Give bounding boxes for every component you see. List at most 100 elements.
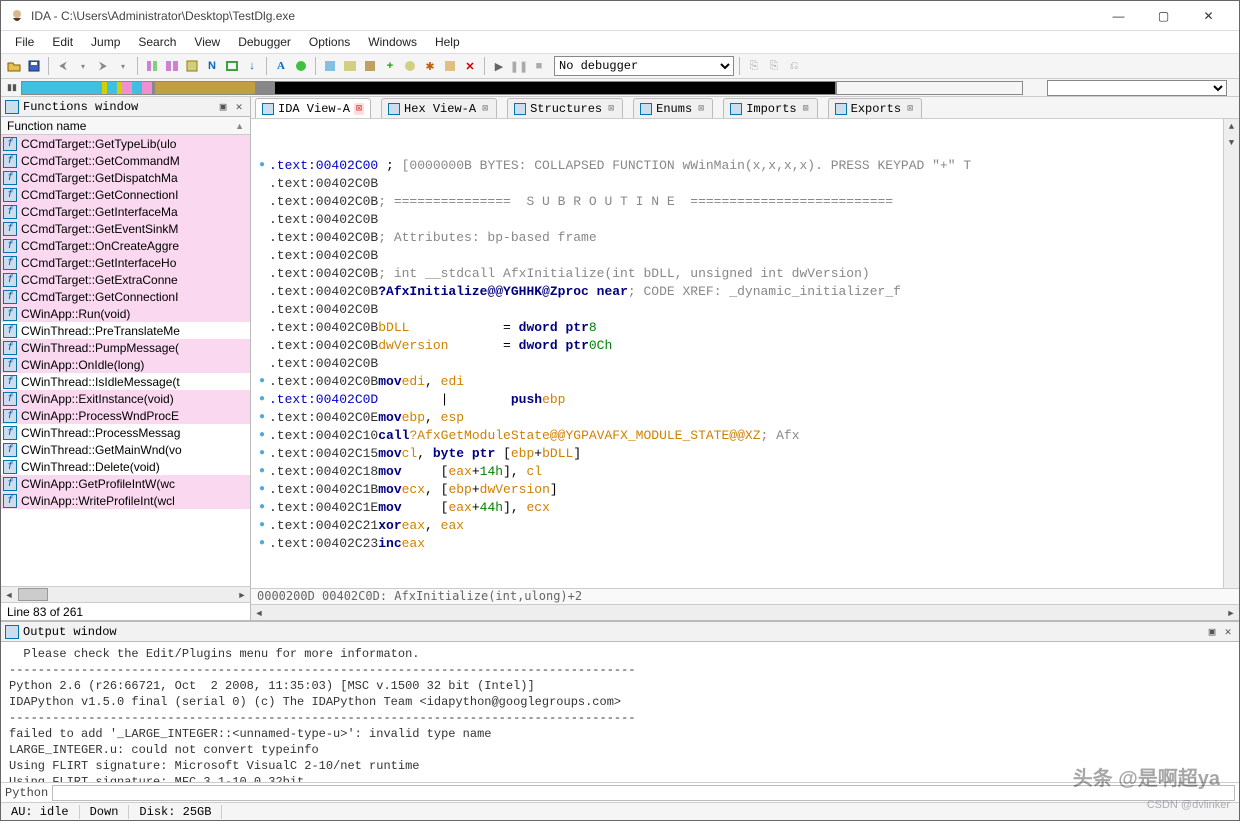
code-line[interactable]: .text:00402C0B — [255, 211, 1235, 229]
record-icon[interactable] — [292, 57, 310, 75]
panel-float-icon[interactable]: ▣ — [216, 100, 230, 114]
code-line[interactable]: ●.text:00402C18 mov [eax+14h], cl — [255, 463, 1235, 481]
code-line[interactable]: .text:00402C0B ; Attributes: bp-based fr… — [255, 229, 1235, 247]
function-row[interactable]: fCCmdTarget::GetConnectionI — [1, 288, 250, 305]
function-row[interactable]: fCWinApp::Run(void) — [1, 305, 250, 322]
tab-imports[interactable]: Imports⊠ — [723, 98, 817, 118]
output-body[interactable]: Please check the Edit/Plugins menu for m… — [1, 642, 1239, 782]
menu-help[interactable]: Help — [427, 33, 468, 51]
python-input[interactable] — [52, 785, 1235, 801]
code-line[interactable]: ●.text:00402C00 ; [0000000B BYTES: COLLA… — [255, 157, 1235, 175]
code-line[interactable]: .text:00402C0B ; int __stdcall AfxInitia… — [255, 265, 1235, 283]
code-view[interactable]: ●.text:00402C00 ; [0000000B BYTES: COLLA… — [251, 119, 1239, 588]
tool-n-icon[interactable]: N — [203, 57, 221, 75]
debugger-select[interactable]: No debugger — [554, 56, 734, 76]
function-row[interactable]: fCCmdTarget::GetInterfaceHo — [1, 254, 250, 271]
tab-close-icon[interactable]: ⊠ — [905, 103, 915, 115]
stop-icon[interactable]: ■ — [530, 57, 548, 75]
nav-combo[interactable] — [1047, 80, 1227, 96]
code-line[interactable]: .text:00402C0B — [255, 175, 1235, 193]
tool-j-icon[interactable]: ⎘ — [745, 57, 763, 75]
tool-h-icon[interactable] — [401, 57, 419, 75]
code-line[interactable]: ●.text:00402C10 call ?AfxGetModuleState@… — [255, 427, 1235, 445]
tool-a-icon[interactable] — [143, 57, 161, 75]
function-row[interactable]: fCWinApp::GetProfileIntW(wc — [1, 475, 250, 492]
code-hscroll[interactable]: ◄► — [251, 604, 1239, 620]
tab-close-icon[interactable]: ⊠ — [696, 103, 706, 115]
menu-view[interactable]: View — [186, 33, 228, 51]
save-icon[interactable] — [25, 57, 43, 75]
function-row[interactable]: fCWinApp::ExitInstance(void) — [1, 390, 250, 407]
overview-strip[interactable] — [21, 81, 1023, 95]
function-row[interactable]: fCWinApp::WriteProfileInt(wcl — [1, 492, 250, 509]
code-line[interactable]: .text:00402C0B — [255, 301, 1235, 319]
function-row[interactable]: fCCmdTarget::GetDispatchMa — [1, 169, 250, 186]
tool-b-icon[interactable] — [163, 57, 181, 75]
tool-d-icon[interactable] — [223, 57, 241, 75]
tool-arrow-icon[interactable]: ↓ — [243, 57, 261, 75]
menu-search[interactable]: Search — [130, 33, 184, 51]
play-icon[interactable]: ▶ — [490, 57, 508, 75]
function-row[interactable]: fCWinThread::Delete(void) — [1, 458, 250, 475]
pause-icon[interactable]: ❚❚ — [510, 57, 528, 75]
tab-exports[interactable]: Exports⊠ — [828, 98, 922, 118]
back-drop-icon[interactable]: ▾ — [74, 57, 92, 75]
output-close-icon[interactable]: ✕ — [1221, 625, 1235, 639]
code-line[interactable]: ●.text:00402C0D | push ebp — [255, 391, 1235, 409]
code-line[interactable]: .text:00402C0B ; =============== S U B R… — [255, 193, 1235, 211]
tool-x-icon[interactable]: ✕ — [461, 57, 479, 75]
tool-k-icon[interactable]: ⎘ — [765, 57, 783, 75]
tab-hex-view-a[interactable]: Hex View-A⊠ — [381, 98, 497, 118]
tool-c-icon[interactable] — [183, 57, 201, 75]
menu-jump[interactable]: Jump — [83, 33, 128, 51]
tab-enums[interactable]: Enums⊠ — [633, 98, 713, 118]
menu-options[interactable]: Options — [301, 33, 358, 51]
minimize-button[interactable]: — — [1096, 2, 1141, 30]
functions-hscroll[interactable]: ◄► — [1, 586, 250, 602]
function-row[interactable]: fCWinThread::ProcessMessag — [1, 424, 250, 441]
output-float-icon[interactable]: ▣ — [1205, 625, 1219, 639]
function-row[interactable]: fCWinThread::IsIdleMessage(t — [1, 373, 250, 390]
code-line[interactable]: .text:00402C0B ?AfxInitialize@@YGHHK@Z p… — [255, 283, 1235, 301]
menu-edit[interactable]: Edit — [44, 33, 81, 51]
close-button[interactable]: ✕ — [1186, 2, 1231, 30]
function-row[interactable]: fCCmdTarget::OnCreateAggre — [1, 237, 250, 254]
function-row[interactable]: fCWinApp::OnIdle(long) — [1, 356, 250, 373]
function-row[interactable]: fCCmdTarget::GetConnectionI — [1, 186, 250, 203]
open-icon[interactable] — [5, 57, 23, 75]
back-icon[interactable]: ⮜ — [54, 57, 72, 75]
code-line[interactable]: ●.text:00402C21 xor eax, eax — [255, 517, 1235, 535]
function-row[interactable]: fCCmdTarget::GetInterfaceMa — [1, 203, 250, 220]
tool-star-icon[interactable]: ✱ — [421, 57, 439, 75]
code-line[interactable]: ●.text:00402C23 inc eax — [255, 535, 1235, 553]
tab-close-icon[interactable]: ⊠ — [801, 103, 811, 115]
tool-g-icon[interactable] — [361, 57, 379, 75]
tool-f-icon[interactable] — [341, 57, 359, 75]
tab-structures[interactable]: Structures⊠ — [507, 98, 623, 118]
code-line[interactable]: ●.text:00402C1B mov ecx, [ebp+dwVersion] — [255, 481, 1235, 499]
function-row[interactable]: fCWinThread::GetMainWnd(vo — [1, 441, 250, 458]
menu-file[interactable]: File — [7, 33, 42, 51]
code-line[interactable]: .text:00402C0B dwVersion = dword ptr 0Ch — [255, 337, 1235, 355]
forward-drop-icon[interactable]: ▾ — [114, 57, 132, 75]
tab-close-icon[interactable]: ⊠ — [606, 103, 616, 115]
text-a-icon[interactable]: A — [272, 57, 290, 75]
code-line[interactable]: ●.text:00402C0E mov ebp, esp — [255, 409, 1235, 427]
code-line[interactable]: .text:00402C0B — [255, 355, 1235, 373]
code-vscroll[interactable]: ▲▼ — [1223, 119, 1239, 588]
function-row[interactable]: fCWinThread::PreTranslateMe — [1, 322, 250, 339]
functions-column-header[interactable]: Function name▲ — [1, 117, 250, 135]
code-line[interactable]: ●.text:00402C1E mov [eax+44h], ecx — [255, 499, 1235, 517]
code-line[interactable]: ●.text:00402C0B mov edi, edi — [255, 373, 1235, 391]
functions-list[interactable]: fCCmdTarget::GetTypeLib(ulofCCmdTarget::… — [1, 135, 250, 586]
tab-ida-view-a[interactable]: IDA View-A⊠ — [255, 98, 371, 118]
panel-close-icon[interactable]: ✕ — [232, 100, 246, 114]
function-row[interactable]: fCCmdTarget::GetCommandM — [1, 152, 250, 169]
function-row[interactable]: fCWinThread::PumpMessage( — [1, 339, 250, 356]
code-line[interactable]: ●.text:00402C15 mov cl, byte ptr [ebp+bD… — [255, 445, 1235, 463]
function-row[interactable]: fCCmdTarget::GetEventSinkM — [1, 220, 250, 237]
tab-close-icon[interactable]: ⊠ — [480, 103, 490, 115]
function-row[interactable]: fCWinApp::ProcessWndProcE — [1, 407, 250, 424]
tool-e-icon[interactable] — [321, 57, 339, 75]
code-line[interactable]: .text:00402C0B bDLL = dword ptr 8 — [255, 319, 1235, 337]
